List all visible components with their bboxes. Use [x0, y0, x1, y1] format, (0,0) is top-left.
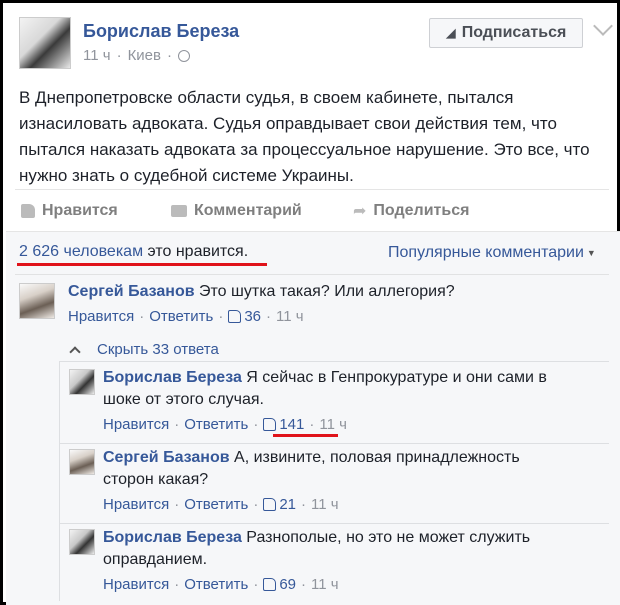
reply-body: Борислав Береза Я сейчас в Генпрокуратур… [103, 367, 553, 411]
comment-like-link[interactable]: Нравится [68, 308, 134, 325]
reply-like-link[interactable]: Нравится [103, 576, 169, 593]
reply-reply-link[interactable]: Ответить [184, 416, 248, 433]
rss-icon: ◢ [445, 25, 456, 40]
replies-thread-line [59, 361, 60, 601]
comment-text: Это шутка такая? Или аллегория? [199, 283, 455, 300]
reply-author[interactable]: Борислав Береза [103, 529, 242, 546]
post-time[interactable]: 11 ч [83, 47, 111, 64]
reply-body: Сергей Базанов А, извините, половая прин… [103, 447, 553, 491]
thumbs-up-icon [263, 498, 277, 511]
divider [15, 189, 609, 190]
comment-label: Комментарий [194, 202, 302, 219]
popular-label: Популярные комментарии [388, 244, 584, 261]
divider [59, 361, 609, 362]
post-author-name[interactable]: Борислав Береза [83, 21, 239, 42]
chevron-up-icon [69, 346, 81, 358]
comment-time[interactable]: 11 ч [276, 308, 304, 325]
thumbs-up-icon [228, 310, 242, 323]
reply-like-link[interactable]: Нравится [103, 416, 169, 433]
reply-like-count[interactable]: 69 [279, 576, 296, 593]
share-arrow-icon: ➦ [353, 203, 367, 220]
comment-body: Сергей Базанов Это шутка такая? Или алле… [68, 281, 608, 303]
reply-author-avatar[interactable] [69, 449, 95, 475]
divider [59, 523, 609, 524]
facebook-post: Борислав Береза 11 ч · Киев · ◢ Подписат… [0, 0, 620, 605]
reply-reply-link[interactable]: Ответить [184, 576, 248, 593]
popular-comments-dropdown[interactable]: Популярные комментарии ▼ [388, 244, 596, 262]
red-highlight-underline [17, 263, 267, 266]
reply-author-avatar[interactable] [69, 369, 95, 395]
likes-suffix: это нравится. [147, 243, 249, 260]
red-highlight-underline [273, 434, 338, 437]
reply-body: Борислав Береза Разнополые, но это не мо… [103, 527, 553, 571]
hide-replies-link[interactable]: Скрыть 33 ответа [69, 341, 219, 358]
chevron-down-icon[interactable] [593, 16, 613, 36]
thumbs-up-icon [263, 418, 277, 431]
author-avatar[interactable] [19, 17, 71, 69]
comment-like-count[interactable]: 36 [244, 308, 261, 325]
comment-actions: Нравится · Ответить · 36 · 11 ч [68, 308, 304, 325]
subscribe-button[interactable]: ◢ Подписаться [429, 18, 583, 48]
dropdown-arrow-icon: ▼ [586, 247, 596, 258]
globe-icon [178, 49, 190, 62]
reply-author[interactable]: Борислав Береза [103, 369, 242, 386]
reply-actions: Нравится · Ответить · 21 · 11 ч [103, 496, 339, 513]
post-location[interactable]: Киев [128, 47, 161, 64]
share-button[interactable]: ➦ Поделиться [353, 201, 469, 221]
divider [15, 274, 609, 275]
reply-like-link[interactable]: Нравится [103, 496, 169, 513]
reply-time[interactable]: 11 ч [311, 576, 339, 593]
like-button[interactable]: Нравится [21, 202, 171, 220]
post-actions: Нравится Комментарий ➦ Поделиться [21, 200, 469, 222]
commenter-avatar[interactable] [19, 283, 55, 319]
likes-count-link[interactable]: 2 626 человекам [19, 243, 143, 260]
post-text: В Днепропетровске области судья, в своем… [19, 88, 590, 185]
hide-replies-label: Скрыть 33 ответа [97, 341, 219, 358]
reply-reply-link[interactable]: Ответить [184, 496, 248, 513]
reply-author[interactable]: Сергей Базанов [103, 449, 230, 466]
reply-actions: Нравится · Ответить · 69 · 11 ч [103, 576, 339, 593]
subscribe-label: Подписаться [461, 24, 567, 41]
likes-summary: 2 626 человекам это нравится. [19, 243, 248, 261]
like-label: Нравится [42, 202, 118, 219]
reply-like-count[interactable]: 21 [279, 496, 296, 513]
comment-icon [171, 205, 187, 217]
comment-reply-link[interactable]: Ответить [149, 308, 213, 325]
divider [59, 443, 609, 444]
comment-author[interactable]: Сергей Базанов [68, 283, 195, 300]
comment-button[interactable]: Комментарий [171, 202, 353, 220]
reply-actions: Нравится · Ответить · 141 · 11 ч [103, 416, 347, 433]
post-meta: 11 ч · Киев · [83, 47, 190, 64]
thumbs-up-icon [21, 204, 35, 218]
reply-time[interactable]: 11 ч [319, 416, 347, 433]
reply-time[interactable]: 11 ч [311, 496, 339, 513]
share-label: Поделиться [373, 202, 470, 219]
reply-like-count[interactable]: 141 [279, 416, 304, 433]
reply-author-avatar[interactable] [69, 529, 95, 555]
thumbs-up-icon [263, 578, 277, 591]
